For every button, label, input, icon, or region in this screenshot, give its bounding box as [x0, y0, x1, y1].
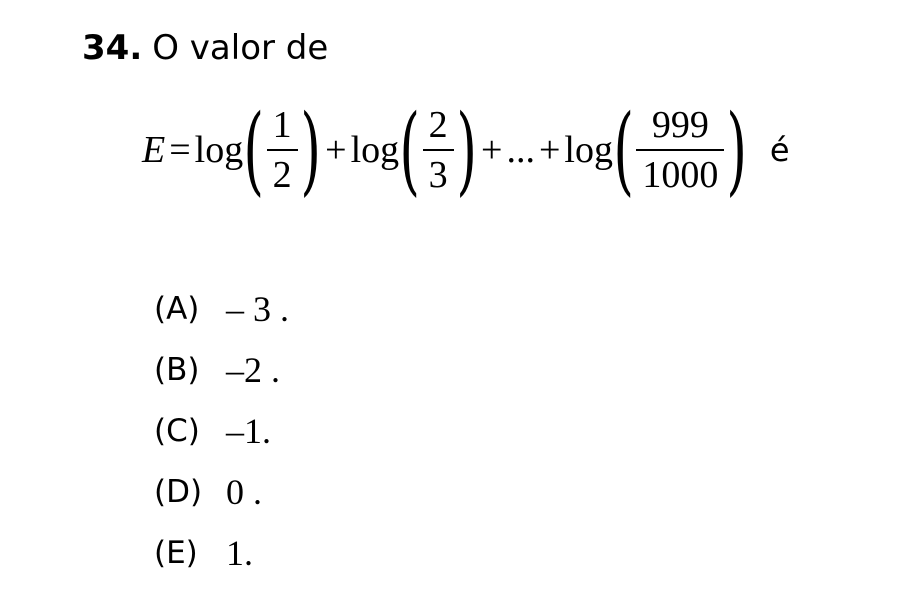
left-paren: (	[243, 94, 265, 206]
fraction-denominator: 2	[272, 154, 292, 196]
option-letter: (E)	[154, 534, 198, 571]
option-letter: (A)	[154, 290, 200, 327]
equation-trailing-text: é	[769, 131, 790, 169]
option-letter: (C)	[154, 412, 200, 449]
fraction-1: 1 2	[266, 104, 298, 196]
option-value: – 3 .	[226, 288, 289, 329]
right-paren: )	[456, 94, 477, 206]
right-paren: )	[726, 94, 748, 206]
ellipsis: ...	[506, 129, 535, 171]
fraction-numerator: 2	[428, 104, 448, 146]
plus-sign: +	[481, 129, 503, 171]
plus-sign: +	[325, 129, 347, 171]
equation: E = log ( 1 2 ) + log ( 2 3 ) + ... + lo…	[142, 96, 790, 204]
fraction-numerator: 999	[651, 104, 709, 146]
option-value: 1.	[226, 532, 253, 573]
equals-sign: =	[169, 129, 191, 171]
fraction-3: 999 1000	[636, 104, 725, 196]
right-paren: )	[300, 94, 321, 206]
fraction-denominator: 3	[428, 154, 448, 196]
option-a[interactable]: (A) – 3 .	[154, 278, 289, 339]
equation-variable: E	[142, 129, 166, 171]
question-stem: O valor de	[152, 28, 329, 68]
log-function: log	[194, 129, 244, 171]
option-c[interactable]: (C) –1.	[154, 400, 289, 461]
fraction-denominator: 1000	[642, 154, 719, 196]
question-header: 34. O valor de	[82, 28, 328, 68]
option-e[interactable]: (E) 1.	[154, 522, 289, 583]
plus-sign: +	[538, 129, 561, 171]
log-function: log	[564, 129, 613, 171]
option-b[interactable]: (B) –2 .	[154, 339, 289, 400]
option-value: –1.	[226, 410, 271, 451]
log-function: log	[350, 129, 400, 171]
option-value: 0 .	[226, 471, 262, 512]
fraction-numerator: 1	[272, 104, 292, 146]
left-paren: (	[399, 94, 421, 206]
left-paren: (	[613, 94, 634, 206]
option-letter: (B)	[154, 351, 200, 388]
fraction-2: 2 3	[422, 104, 454, 196]
option-d[interactable]: (D) 0 .	[154, 461, 289, 522]
question-number: 34.	[82, 28, 143, 68]
option-letter: (D)	[154, 473, 203, 510]
answer-options: (A) – 3 . (B) –2 . (C) –1. (D) 0 . (E) 1…	[154, 278, 289, 583]
option-value: –2 .	[226, 349, 280, 390]
